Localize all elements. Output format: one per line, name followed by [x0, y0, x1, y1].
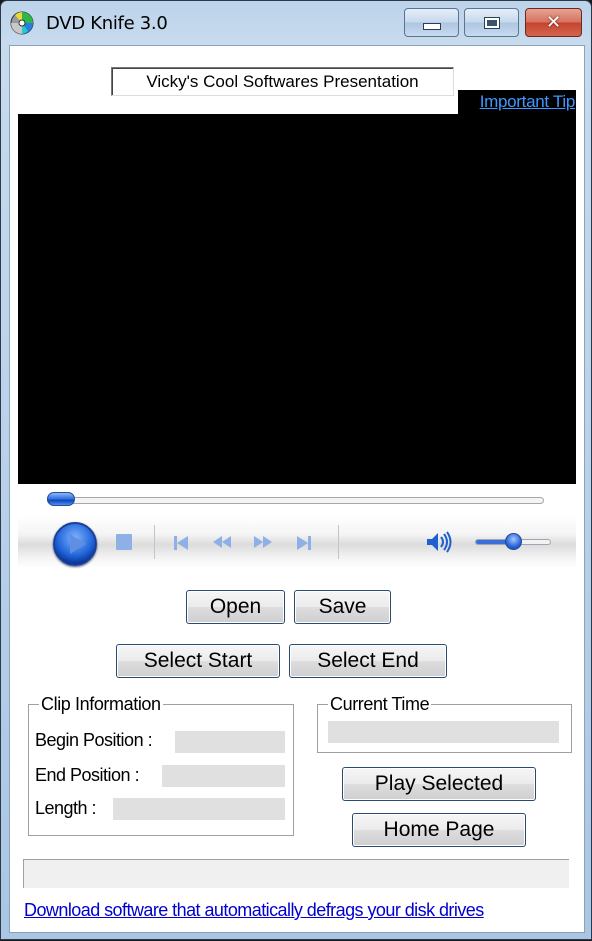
rewind-button[interactable] [213, 536, 231, 548]
clip-information-legend: Clip Information [39, 694, 163, 714]
select-start-button[interactable]: Select Start [116, 644, 280, 678]
important-tip-link[interactable]: Important Tip [458, 90, 576, 115]
play-selected-button[interactable]: Play Selected [342, 767, 536, 801]
seek-bar[interactable] [47, 497, 544, 504]
length-field [113, 798, 285, 820]
status-bar [23, 859, 569, 888]
end-position-field [162, 765, 285, 787]
previous-button[interactable] [174, 535, 188, 550]
home-page-button[interactable]: Home Page [352, 813, 526, 847]
clip-information-group: Clip Information Begin Position : End Po… [28, 694, 294, 836]
defrag-download-link[interactable]: Download software that automatically def… [24, 900, 484, 921]
rewind-icon [213, 536, 222, 548]
fast-forward-button[interactable] [254, 536, 272, 548]
presentation-label: Vicky's Cool Softwares Presentation [111, 67, 454, 96]
save-button[interactable]: Save [294, 590, 391, 624]
volume-icon[interactable] [426, 531, 454, 553]
current-time-field [328, 721, 559, 743]
separator [154, 525, 155, 559]
begin-position-label: Begin Position : [35, 730, 153, 750]
end-position-label: End Position : [35, 765, 140, 785]
skip-next-icon [297, 536, 308, 550]
open-button[interactable]: Open [186, 590, 285, 624]
next-button[interactable] [297, 535, 311, 550]
volume-thumb[interactable] [505, 533, 522, 550]
current-time-group: Current Time [317, 694, 572, 753]
stop-button[interactable] [116, 534, 132, 550]
video-display[interactable] [18, 114, 576, 484]
separator [338, 525, 339, 559]
play-button[interactable] [53, 522, 97, 566]
current-time-legend: Current Time [328, 694, 432, 714]
client-area: Vicky's Cool Softwares Presentation Impo… [9, 45, 585, 933]
seek-thumb[interactable] [47, 492, 75, 506]
app-window: DVD Knife 3.0 ✕ Vicky's Cool Softwares P… [0, 0, 592, 940]
select-end-button[interactable]: Select End [289, 644, 447, 678]
begin-position-field [175, 731, 285, 753]
length-label: Length : [35, 798, 97, 818]
fast-forward-icon [254, 536, 263, 548]
